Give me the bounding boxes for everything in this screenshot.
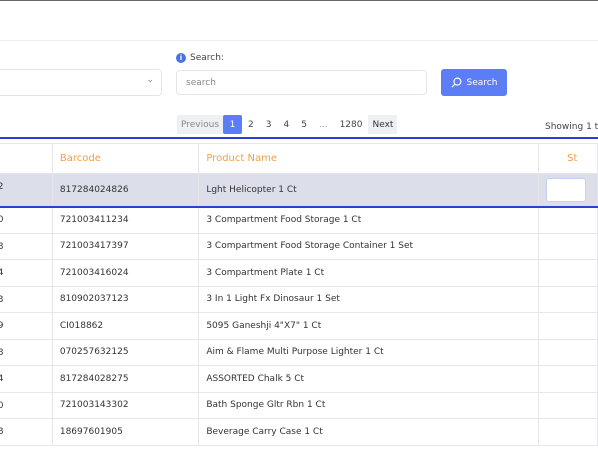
cell-product-name: 3 Compartment Food Storage Container 1 S… bbox=[198, 232, 540, 260]
cell-stock bbox=[538, 285, 598, 313]
search-button[interactable]: Search bbox=[441, 69, 507, 96]
id-text: 54 bbox=[0, 374, 3, 384]
table-row[interactable]: 50 721003411234 3 Compartment Food Stora… bbox=[0, 206, 598, 234]
search-button-label: Search bbox=[466, 77, 498, 88]
column-header-product-name[interactable]: Product Name bbox=[198, 143, 540, 174]
cell-product-name: 3 Compartment Food Storage 1 Ct bbox=[198, 206, 540, 234]
id-text: 23 bbox=[0, 295, 3, 305]
info-icon: i bbox=[176, 53, 186, 63]
cell-stock bbox=[538, 173, 598, 207]
cell-product-name: 3 In 1 Light Fx Dinosaur 1 Set bbox=[198, 285, 540, 313]
table-row[interactable]: 88 18697601905 Beverage Carry Case 1 Ct bbox=[0, 418, 598, 446]
table-row[interactable]: 54 817284028275 ASSORTED Chalk 5 Ct bbox=[0, 365, 598, 393]
pagination-page-4[interactable]: 4 bbox=[278, 115, 296, 134]
stock-input[interactable] bbox=[546, 178, 587, 202]
pagination-page-2[interactable]: 2 bbox=[242, 115, 260, 134]
cell-id: 50 bbox=[0, 206, 53, 234]
pagination-page-1[interactable]: 1 bbox=[223, 115, 243, 134]
cell-id: 59 bbox=[0, 312, 53, 340]
search-label: i Search: bbox=[176, 53, 224, 63]
cell-product-name: Beverage Carry Case 1 Ct bbox=[198, 418, 540, 446]
cell-stock bbox=[538, 418, 598, 446]
cell-id: 48 bbox=[0, 338, 53, 366]
pagination-previous[interactable]: Previous bbox=[177, 115, 224, 134]
pagination-page-5[interactable]: 5 bbox=[295, 115, 313, 134]
search-label-text: Search: bbox=[190, 53, 224, 63]
cell-product-name: Bath Sponge Gltr Rbn 1 Ct bbox=[198, 391, 540, 419]
cell-stock bbox=[538, 338, 598, 366]
column-header-barcode[interactable]: Barcode bbox=[51, 143, 200, 174]
top-bar bbox=[0, 0, 598, 41]
cell-id: 88 bbox=[0, 418, 53, 446]
pagination: Previous 1 2 3 4 5 ... 1280 Next bbox=[177, 115, 398, 134]
id-text: 40 bbox=[0, 401, 3, 411]
cell-product-name: 3 Compartment Plate 1 Ct bbox=[198, 259, 540, 287]
cell-stock bbox=[538, 391, 598, 419]
table-row[interactable]: 48 721003417397 3 Compartment Food Stora… bbox=[0, 232, 598, 260]
cell-barcode: 810902037123 bbox=[51, 285, 200, 313]
id-text: 88 bbox=[0, 427, 3, 437]
table-row[interactable]: 40 721003143302 Bath Sponge Gltr Rbn 1 C… bbox=[0, 391, 598, 419]
table-row[interactable]: 23 810902037123 3 In 1 Light Fx Dinosaur… bbox=[0, 285, 598, 313]
cell-stock bbox=[538, 259, 598, 287]
cell-barcode: CI018862 bbox=[51, 312, 200, 340]
table-header-row: Barcode Product Name St bbox=[0, 143, 598, 174]
table-row[interactable]: 52 817284024826 Lght Helicopter 1 Ct bbox=[0, 173, 598, 207]
table-row[interactable]: 59 CI018862 5095 Ganeshji 4"X7" 1 Ct bbox=[0, 312, 598, 340]
pagination-page-last[interactable]: 1280 bbox=[334, 115, 369, 134]
cell-barcode: 721003416024 bbox=[51, 259, 200, 287]
cell-stock bbox=[538, 232, 598, 260]
cell-barcode: 817284028275 bbox=[51, 365, 200, 393]
cell-product-name: Aim & Flame Multi Purpose Lighter 1 Ct bbox=[198, 338, 540, 366]
filter-select[interactable]: ⌄ bbox=[0, 69, 162, 96]
table-row[interactable]: 48 070257632125 Aim & Flame Multi Purpos… bbox=[0, 338, 598, 366]
cell-barcode: 817284024826 bbox=[51, 173, 200, 207]
showing-entries-text: Showing 1 to bbox=[545, 122, 598, 132]
cell-id: 54 bbox=[0, 365, 53, 393]
products-table: Barcode Product Name St 52 817284024826 … bbox=[0, 143, 598, 446]
id-text: 48 bbox=[0, 348, 3, 358]
id-text: 34 bbox=[0, 268, 3, 278]
chevron-down-icon: ⌄ bbox=[146, 75, 154, 85]
cell-id: 48 bbox=[0, 232, 53, 260]
id-text: 50 bbox=[0, 215, 3, 225]
cell-id: 52 bbox=[0, 173, 53, 207]
cell-id: 40 bbox=[0, 391, 53, 419]
pagination-page-3[interactable]: 3 bbox=[260, 115, 278, 134]
selection-border-top bbox=[0, 137, 598, 139]
cell-product-name: ASSORTED Chalk 5 Ct bbox=[198, 365, 540, 393]
column-header-id[interactable] bbox=[0, 143, 53, 174]
table-row[interactable]: 34 721003416024 3 Compartment Plate 1 Ct bbox=[0, 259, 598, 287]
cell-barcode: 070257632125 bbox=[51, 338, 200, 366]
cell-barcode: 721003417397 bbox=[51, 232, 200, 260]
cell-product-name: 5095 Ganeshji 4"X7" 1 Ct bbox=[198, 312, 540, 340]
id-text: 48 bbox=[0, 242, 3, 252]
pagination-next[interactable]: Next bbox=[368, 115, 398, 134]
cell-stock bbox=[538, 206, 598, 234]
id-text: 52 bbox=[0, 182, 3, 192]
pagination-ellipsis: ... bbox=[318, 119, 328, 130]
search-icon bbox=[451, 77, 462, 88]
search-input[interactable] bbox=[176, 70, 427, 95]
cell-stock bbox=[538, 365, 598, 393]
cell-barcode: 18697601905 bbox=[51, 418, 200, 446]
cell-stock bbox=[538, 312, 598, 340]
cell-id: 34 bbox=[0, 259, 53, 287]
selection-border-bottom bbox=[0, 206, 598, 208]
cell-product-name: Lght Helicopter 1 Ct bbox=[198, 173, 540, 207]
cell-barcode: 721003411234 bbox=[51, 206, 200, 234]
column-header-stock[interactable]: St bbox=[538, 143, 598, 174]
cell-id: 23 bbox=[0, 285, 53, 313]
id-text: 59 bbox=[0, 321, 3, 331]
cell-barcode: 721003143302 bbox=[51, 391, 200, 419]
